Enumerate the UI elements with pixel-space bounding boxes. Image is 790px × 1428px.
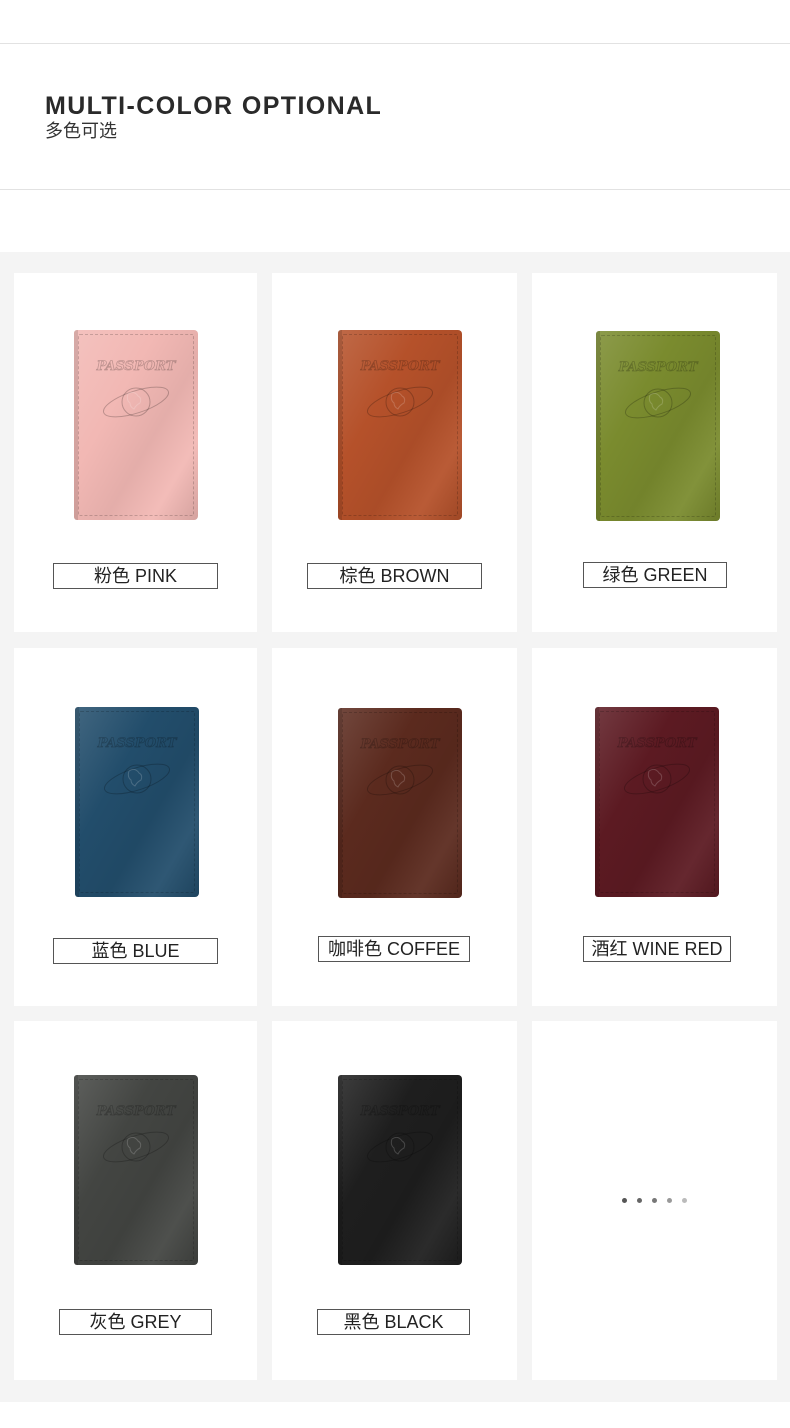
section-subtitle: 多色可选 (45, 121, 117, 141)
more-dots-indicator (620, 1198, 690, 1204)
embossed-globe-icon: PASSPORT (96, 736, 178, 795)
embossed-passport-text: PASSPORT (96, 1104, 177, 1119)
color-label-green: 绿色 GREEN (583, 562, 727, 588)
color-label-grey: 灰色 GREY (59, 1309, 212, 1335)
color-label-wine-red: 酒红 WINE RED (583, 936, 731, 962)
passport-cover-coffee: PASSPORT (338, 708, 462, 898)
embossed-globe-icon: PASSPORT (616, 736, 698, 795)
embossed-globe-icon: PASSPORT (95, 1104, 177, 1163)
embossed-passport-text: PASSPORT (96, 359, 177, 374)
embossed-passport-text: PASSPORT (360, 359, 441, 374)
dot-icon (667, 1198, 672, 1203)
embossed-globe-icon: PASSPORT (359, 1104, 441, 1163)
passport-cover-blue: PASSPORT (75, 707, 199, 897)
passport-cover-brown: PASSPORT (338, 330, 462, 520)
color-label-coffee: 咖啡色 COFFEE (318, 936, 470, 962)
dot-icon (622, 1198, 627, 1203)
color-label-brown: 棕色 BROWN (307, 563, 482, 589)
embossed-passport-text: PASSPORT (97, 736, 178, 751)
dot-icon (652, 1198, 657, 1203)
dot-icon (682, 1198, 687, 1203)
passport-cover-wine-red: PASSPORT (595, 707, 719, 897)
embossed-globe-icon: PASSPORT (359, 359, 441, 418)
embossed-passport-text: PASSPORT (360, 737, 441, 752)
passport-cover-pink: PASSPORT (74, 330, 198, 520)
passport-cover-black: PASSPORT (338, 1075, 462, 1265)
embossed-passport-text: PASSPORT (618, 360, 699, 375)
dot-icon (637, 1198, 642, 1203)
color-label-black: 黑色 BLACK (317, 1309, 470, 1335)
embossed-globe-icon: PASSPORT (95, 359, 177, 418)
embossed-globe-icon: PASSPORT (617, 360, 699, 419)
embossed-passport-text: PASSPORT (360, 1104, 441, 1119)
bottom-divider (0, 189, 790, 190)
top-divider (0, 43, 790, 44)
color-label-pink: 粉色 PINK (53, 563, 218, 589)
embossed-passport-text: PASSPORT (617, 736, 698, 751)
embossed-globe-icon: PASSPORT (359, 737, 441, 796)
passport-cover-grey: PASSPORT (74, 1075, 198, 1265)
section-title: MULTI-COLOR OPTIONAL (45, 92, 383, 120)
passport-cover-green: PASSPORT (596, 331, 720, 521)
color-label-blue: 蓝色 BLUE (53, 938, 218, 964)
